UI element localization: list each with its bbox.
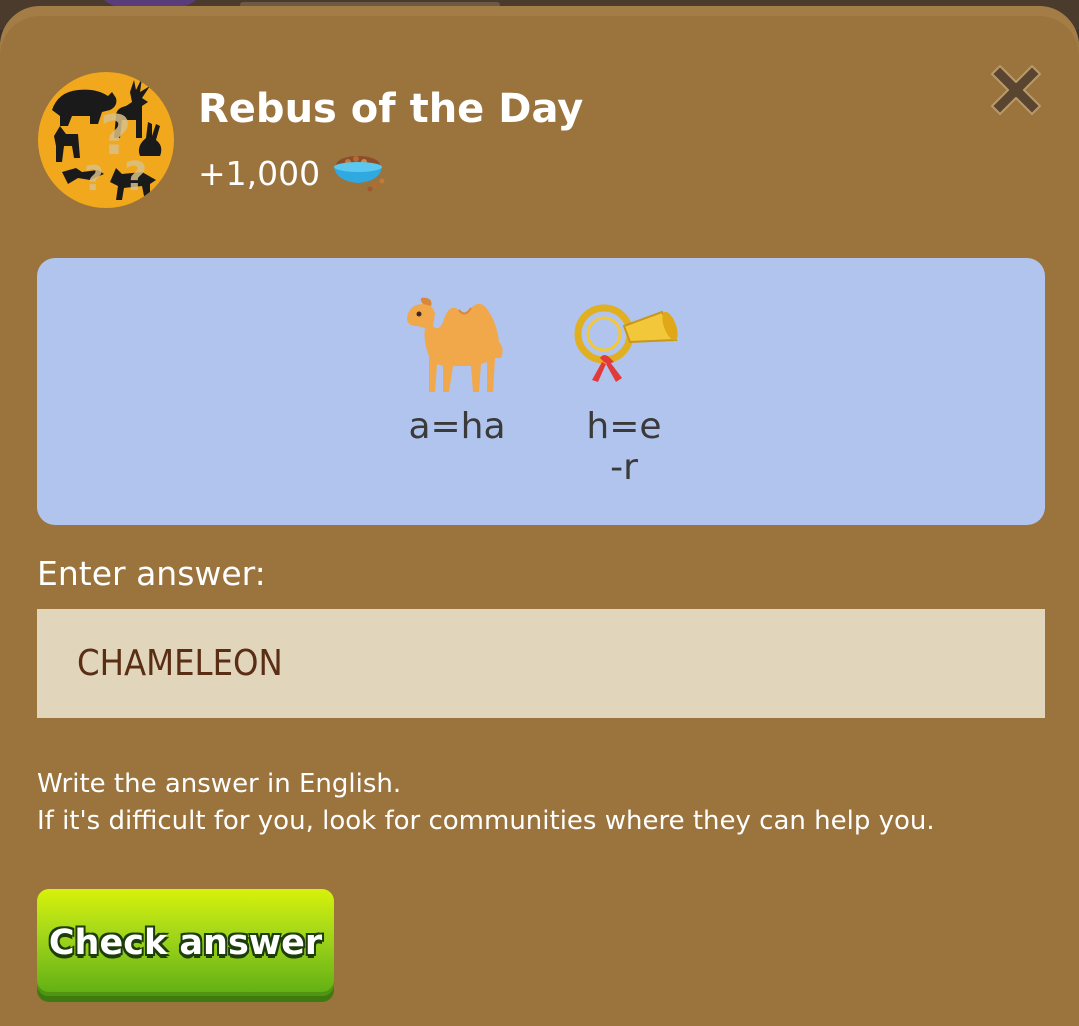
answer-label: Enter answer: <box>37 554 266 593</box>
rebus-caption: h=e <box>586 406 662 447</box>
rebus-item-camel: a=ha <box>397 292 517 447</box>
rebus-avatar: ? ? ? <box>38 72 174 208</box>
hint-text: Write the answer in English. If it's dif… <box>37 766 935 840</box>
rebus-caption: a=ha <box>408 406 506 447</box>
post-horn-icon <box>574 304 678 382</box>
rebus-dialog: ? ? ? Rebus of the Day +1,000 a=ha h=e -… <box>0 6 1079 1026</box>
svg-text:?: ? <box>124 154 147 200</box>
rebus-item-horn: h=e -r <box>564 292 684 488</box>
reward-amount: +1,000 <box>198 153 321 193</box>
close-button[interactable] <box>984 58 1048 122</box>
reward: +1,000 <box>198 151 388 195</box>
svg-text:?: ? <box>84 159 104 199</box>
hint-line-2: If it's difficult for you, look for comm… <box>37 806 935 836</box>
check-answer-label: Check answer <box>48 922 323 963</box>
dialog-title: Rebus of the Day <box>198 86 584 132</box>
rebus-panel: a=ha h=e -r <box>37 258 1045 525</box>
close-icon <box>991 65 1041 115</box>
animal-silhouettes-icon: ? ? ? <box>52 78 162 200</box>
answer-input[interactable]: CHAMELEON <box>37 609 1045 718</box>
hint-line-1: Write the answer in English. <box>37 769 402 799</box>
pet-food-bowl-icon <box>334 156 385 192</box>
camel-icon <box>407 297 503 392</box>
rebus-caption-2: -r <box>610 447 638 488</box>
check-answer-button[interactable]: Check answer <box>37 889 334 996</box>
